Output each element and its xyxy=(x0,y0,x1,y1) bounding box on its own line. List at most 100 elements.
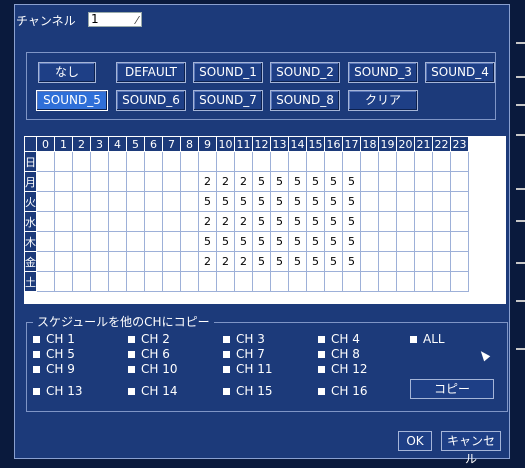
schedule-cell[interactable] xyxy=(108,151,127,172)
schedule-cell[interactable]: 2 xyxy=(216,211,235,232)
schedule-cell[interactable] xyxy=(414,151,433,172)
schedule-cell[interactable] xyxy=(378,171,397,192)
copy-checkbox-ch9[interactable]: CH 9 xyxy=(33,362,75,376)
schedule-cell[interactable] xyxy=(432,271,451,292)
sound-button-sound_3[interactable]: SOUND_3 xyxy=(348,62,418,83)
schedule-cell[interactable] xyxy=(126,251,145,272)
schedule-cell[interactable] xyxy=(126,271,145,292)
schedule-table[interactable]: 0 1 2 3 4 5 6 7 8 9 10 11 12 13 14 15 16 17 18 19 20 21 22 23 日月… xyxy=(24,136,469,292)
schedule-cell[interactable]: 2 xyxy=(216,251,235,272)
schedule-cell[interactable] xyxy=(90,231,109,252)
copy-checkbox-all[interactable]: ALL xyxy=(410,332,445,346)
schedule-cell[interactable] xyxy=(432,191,451,212)
copy-checkbox-ch2[interactable]: CH 2 xyxy=(128,332,170,346)
schedule-cell[interactable]: 2 xyxy=(234,251,253,272)
schedule-cell[interactable] xyxy=(396,151,415,172)
schedule-cell[interactable] xyxy=(180,151,199,172)
schedule-cell[interactable] xyxy=(54,251,73,272)
schedule-cell[interactable] xyxy=(450,171,469,192)
schedule-cell[interactable] xyxy=(162,231,181,252)
schedule-cell[interactable]: 5 xyxy=(342,191,361,212)
schedule-cell[interactable] xyxy=(108,271,127,292)
schedule-cell[interactable] xyxy=(108,231,127,252)
schedule-cell[interactable] xyxy=(72,231,91,252)
schedule-cell[interactable] xyxy=(90,191,109,212)
schedule-cell[interactable] xyxy=(144,231,163,252)
schedule-cell[interactable]: 5 xyxy=(252,231,271,252)
schedule-cell[interactable] xyxy=(180,171,199,192)
schedule-cell[interactable] xyxy=(252,151,271,172)
schedule-cell[interactable] xyxy=(414,231,433,252)
schedule-cell[interactable] xyxy=(126,211,145,232)
schedule-cell[interactable] xyxy=(126,231,145,252)
copy-checkbox-ch1[interactable]: CH 1 xyxy=(33,332,75,346)
schedule-cell[interactable] xyxy=(432,231,451,252)
schedule-cell[interactable] xyxy=(162,191,181,212)
schedule-cell[interactable] xyxy=(36,151,55,172)
schedule-cell[interactable] xyxy=(216,271,235,292)
sound-button-none[interactable]: なし xyxy=(38,62,96,83)
schedule-cell[interactable] xyxy=(180,251,199,272)
copy-checkbox-ch15[interactable]: CH 15 xyxy=(223,384,273,398)
schedule-cell[interactable]: 5 xyxy=(198,191,217,212)
copy-checkbox-ch3[interactable]: CH 3 xyxy=(223,332,265,346)
schedule-cell[interactable]: 5 xyxy=(252,171,271,192)
schedule-cell[interactable]: 5 xyxy=(270,191,289,212)
schedule-cell[interactable] xyxy=(432,251,451,272)
copy-checkbox-ch4[interactable]: CH 4 xyxy=(318,332,360,346)
schedule-cell[interactable] xyxy=(396,171,415,192)
schedule-cell[interactable] xyxy=(450,271,469,292)
schedule-cell[interactable] xyxy=(360,151,379,172)
schedule-cell[interactable]: 5 xyxy=(288,231,307,252)
schedule-cell[interactable] xyxy=(108,211,127,232)
schedule-cell[interactable] xyxy=(36,211,55,232)
schedule-cell[interactable] xyxy=(36,251,55,272)
schedule-cell[interactable] xyxy=(144,191,163,212)
schedule-cell[interactable]: 5 xyxy=(198,231,217,252)
schedule-cell[interactable] xyxy=(414,271,433,292)
schedule-cell[interactable] xyxy=(90,151,109,172)
schedule-cell[interactable] xyxy=(450,251,469,272)
schedule-cell[interactable]: 5 xyxy=(306,211,325,232)
schedule-cell[interactable] xyxy=(54,191,73,212)
schedule-cell[interactable]: 5 xyxy=(252,211,271,232)
schedule-cell[interactable] xyxy=(450,211,469,232)
schedule-cell[interactable] xyxy=(432,151,451,172)
schedule-cell[interactable] xyxy=(72,151,91,172)
schedule-cell[interactable] xyxy=(54,171,73,192)
schedule-cell[interactable] xyxy=(162,151,181,172)
schedule-cell[interactable]: 2 xyxy=(234,211,253,232)
schedule-cell[interactable] xyxy=(396,251,415,272)
schedule-cell[interactable] xyxy=(414,251,433,272)
schedule-cell[interactable]: 5 xyxy=(306,231,325,252)
schedule-cell[interactable] xyxy=(360,251,379,272)
schedule-cell[interactable]: 5 xyxy=(270,211,289,232)
schedule-cell[interactable] xyxy=(54,151,73,172)
schedule-cell[interactable]: 5 xyxy=(216,231,235,252)
schedule-cell[interactable]: 5 xyxy=(288,251,307,272)
schedule-cell[interactable]: 5 xyxy=(324,171,343,192)
schedule-cell[interactable]: 5 xyxy=(342,211,361,232)
schedule-cell[interactable] xyxy=(396,271,415,292)
sound-button-sound_4[interactable]: SOUND_4 xyxy=(425,62,495,83)
schedule-cell[interactable] xyxy=(72,171,91,192)
schedule-cell[interactable] xyxy=(162,251,181,272)
schedule-cell[interactable]: 5 xyxy=(288,171,307,192)
schedule-cell[interactable] xyxy=(270,271,289,292)
schedule-cell[interactable] xyxy=(126,191,145,212)
schedule-cell[interactable] xyxy=(90,271,109,292)
sound-button-sound_7[interactable]: SOUND_7 xyxy=(193,90,263,111)
schedule-cell[interactable]: 5 xyxy=(270,171,289,192)
copy-checkbox-ch16[interactable]: CH 16 xyxy=(318,384,368,398)
schedule-cell[interactable] xyxy=(108,191,127,212)
schedule-cell[interactable] xyxy=(432,211,451,232)
schedule-cell[interactable] xyxy=(252,271,271,292)
schedule-cell[interactable] xyxy=(324,271,343,292)
copy-checkbox-ch10[interactable]: CH 10 xyxy=(128,362,178,376)
schedule-cell[interactable]: 5 xyxy=(306,171,325,192)
schedule-cell[interactable] xyxy=(162,271,181,292)
schedule-cell[interactable] xyxy=(360,211,379,232)
sound-button-sound_1[interactable]: SOUND_1 xyxy=(193,62,263,83)
copy-checkbox-ch5[interactable]: CH 5 xyxy=(33,347,75,361)
schedule-cell[interactable] xyxy=(36,231,55,252)
